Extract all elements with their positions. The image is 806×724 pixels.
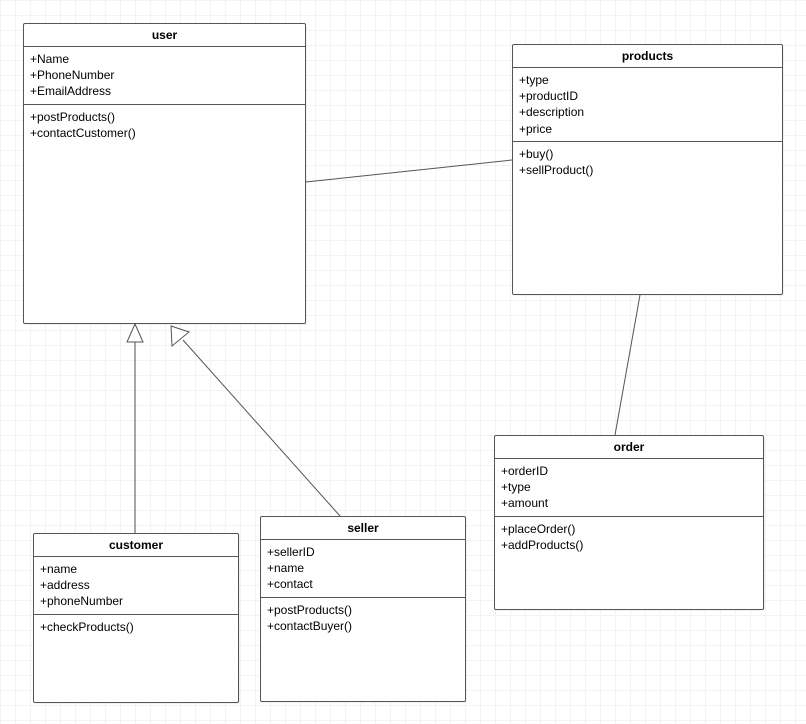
attr: +contact bbox=[267, 576, 459, 592]
attr: +price bbox=[519, 121, 776, 137]
attr: +description bbox=[519, 104, 776, 120]
method: +checkProducts() bbox=[40, 619, 232, 635]
attr: +EmailAddress bbox=[30, 83, 299, 99]
attr: +type bbox=[501, 479, 757, 495]
method: +contactCustomer() bbox=[30, 125, 299, 141]
class-user-attributes: +Name +PhoneNumber +EmailAddress bbox=[24, 47, 305, 105]
class-products[interactable]: products +type +productID +description +… bbox=[512, 44, 783, 295]
class-customer-attributes: +name +address +phoneNumber bbox=[34, 557, 238, 615]
attr: +PhoneNumber bbox=[30, 67, 299, 83]
method: +buy() bbox=[519, 146, 776, 162]
class-seller-attributes: +sellerID +name +contact bbox=[261, 540, 465, 598]
attr: +Name bbox=[30, 51, 299, 67]
class-order[interactable]: order +orderID +type +amount +placeOrder… bbox=[494, 435, 764, 610]
method: +addProducts() bbox=[501, 537, 757, 553]
method: +sellProduct() bbox=[519, 162, 776, 178]
class-order-attributes: +orderID +type +amount bbox=[495, 459, 763, 517]
attr: +orderID bbox=[501, 463, 757, 479]
class-products-methods: +buy() +sellProduct() bbox=[513, 142, 782, 182]
class-user-title: user bbox=[24, 24, 305, 47]
diagram-canvas: { "classes": { "user": { "name": "user",… bbox=[0, 0, 806, 724]
method: +postProducts() bbox=[267, 602, 459, 618]
attr: +name bbox=[267, 560, 459, 576]
class-seller-title: seller bbox=[261, 517, 465, 540]
attr: +sellerID bbox=[267, 544, 459, 560]
class-products-title: products bbox=[513, 45, 782, 68]
class-customer[interactable]: customer +name +address +phoneNumber +ch… bbox=[33, 533, 239, 703]
class-order-methods: +placeOrder() +addProducts() bbox=[495, 517, 763, 557]
class-seller-methods: +postProducts() +contactBuyer() bbox=[261, 598, 465, 638]
attr: +address bbox=[40, 577, 232, 593]
class-user-methods: +postProducts() +contactCustomer() bbox=[24, 105, 305, 145]
attr: +productID bbox=[519, 88, 776, 104]
method: +contactBuyer() bbox=[267, 618, 459, 634]
method: +placeOrder() bbox=[501, 521, 757, 537]
class-products-attributes: +type +productID +description +price bbox=[513, 68, 782, 142]
attr: +name bbox=[40, 561, 232, 577]
class-order-title: order bbox=[495, 436, 763, 459]
class-user[interactable]: user +Name +PhoneNumber +EmailAddress +p… bbox=[23, 23, 306, 324]
attr: +amount bbox=[501, 495, 757, 511]
method: +postProducts() bbox=[30, 109, 299, 125]
class-customer-title: customer bbox=[34, 534, 238, 557]
attr: +phoneNumber bbox=[40, 593, 232, 609]
class-seller[interactable]: seller +sellerID +name +contact +postPro… bbox=[260, 516, 466, 702]
attr: +type bbox=[519, 72, 776, 88]
class-customer-methods: +checkProducts() bbox=[34, 615, 238, 639]
